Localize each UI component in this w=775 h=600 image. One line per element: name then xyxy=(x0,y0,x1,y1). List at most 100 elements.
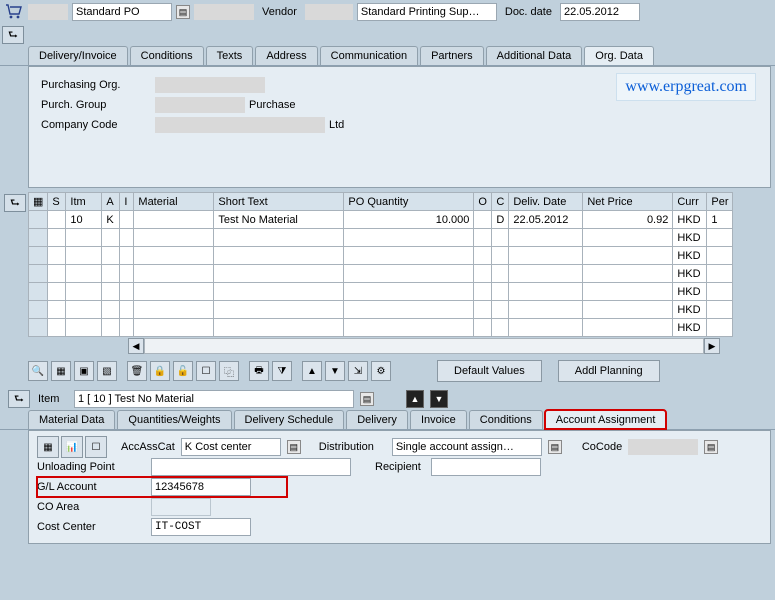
settings-icon[interactable]: ⚙ xyxy=(371,361,391,381)
distribution-input[interactable] xyxy=(392,438,542,456)
tab-address[interactable]: Address xyxy=(255,46,317,65)
col-i[interactable]: I xyxy=(120,193,134,211)
cell[interactable]: 22.05.2012 xyxy=(509,211,583,229)
grid-h-scrollbar[interactable]: ◀ ▶ xyxy=(128,338,733,354)
chart-icon[interactable]: 📊 xyxy=(61,436,83,458)
row-select-button[interactable] xyxy=(29,265,48,283)
cell[interactable]: Test No Material xyxy=(214,211,344,229)
table-row[interactable]: 10 K Test No Material 10.000 D 22.05.201… xyxy=(29,211,733,229)
tab-account-assignment[interactable]: Account Assignment xyxy=(545,410,667,429)
accasscat-input[interactable] xyxy=(181,438,281,456)
col-curr[interactable]: Curr xyxy=(673,193,707,211)
cell[interactable]: D xyxy=(492,211,509,229)
collapse-item-detail-icon[interactable]: ⮑ xyxy=(8,390,30,408)
scroll-right-icon[interactable]: ▶ xyxy=(704,338,720,354)
col-net-price[interactable]: Net Price xyxy=(583,193,673,211)
table-row[interactable]: HKD xyxy=(29,265,733,283)
unloading-input[interactable] xyxy=(151,458,351,476)
find-icon[interactable]: 🔍 xyxy=(28,361,48,381)
col-a[interactable]: A xyxy=(102,193,120,211)
tab-invoice[interactable]: Invoice xyxy=(410,410,467,429)
cell[interactable]: HKD xyxy=(673,211,707,229)
doc-type-f4-icon[interactable]: ▤ xyxy=(176,5,190,19)
select-all-icon[interactable]: ▦ xyxy=(51,361,71,381)
col-short-text[interactable]: Short Text xyxy=(214,193,344,211)
row-select-button[interactable] xyxy=(29,229,48,247)
tab-delivery[interactable]: Delivery xyxy=(346,410,408,429)
table-row[interactable]: HKD xyxy=(29,247,733,265)
tab-org-data[interactable]: Org. Data xyxy=(584,46,654,65)
col-per[interactable]: Per xyxy=(707,193,733,211)
item-prev-icon[interactable]: ▲ xyxy=(406,390,424,408)
co-area-input[interactable] xyxy=(151,498,211,516)
col-deliv-date[interactable]: Deliv. Date xyxy=(509,193,583,211)
table-row[interactable]: HKD xyxy=(29,283,733,301)
collapse-icon[interactable]: ☐ xyxy=(85,436,107,458)
cell[interactable]: 0.92 xyxy=(583,211,673,229)
table-row[interactable]: HKD xyxy=(29,301,733,319)
col-o[interactable]: O xyxy=(474,193,492,211)
print-icon[interactable]: 🖶 xyxy=(249,361,269,381)
cost-center-input[interactable] xyxy=(151,518,251,536)
cell[interactable]: HKD xyxy=(673,319,707,337)
delete-icon[interactable]: 🗑 xyxy=(127,361,147,381)
tab-conditions[interactable]: Conditions xyxy=(130,46,204,65)
col-itm[interactable]: Itm xyxy=(66,193,102,211)
tab-communication[interactable]: Communication xyxy=(320,46,418,65)
cell[interactable] xyxy=(48,211,66,229)
row-select-button[interactable] xyxy=(29,211,48,229)
tab-additional-data[interactable]: Additional Data xyxy=(486,46,583,65)
cell[interactable]: 10.000 xyxy=(344,211,474,229)
doc-date-input[interactable] xyxy=(560,3,640,21)
cell[interactable]: HKD xyxy=(673,283,707,301)
cocode-f4-icon[interactable]: ▤ xyxy=(704,440,718,454)
copy-icon[interactable]: ⿻ xyxy=(219,361,239,381)
sort-asc-icon[interactable]: ▲ xyxy=(302,361,322,381)
cell[interactable] xyxy=(474,211,492,229)
addl-planning-button[interactable]: Addl Planning xyxy=(558,360,660,382)
export-icon[interactable]: ⇲ xyxy=(348,361,368,381)
detail-icon[interactable]: ☐ xyxy=(196,361,216,381)
row-select-button[interactable] xyxy=(29,247,48,265)
cell[interactable]: HKD xyxy=(673,301,707,319)
col-select-all[interactable]: ▦ xyxy=(29,193,48,211)
tab-partners[interactable]: Partners xyxy=(420,46,484,65)
collapse-header-icon[interactable]: ⮑ xyxy=(2,26,24,44)
cell[interactable] xyxy=(120,211,134,229)
cell[interactable]: HKD xyxy=(673,265,707,283)
item-select-input[interactable] xyxy=(74,390,354,408)
col-po-qty[interactable]: PO Quantity xyxy=(344,193,474,211)
tab-conditions2[interactable]: Conditions xyxy=(469,410,543,429)
cell[interactable]: 10 xyxy=(66,211,102,229)
cell[interactable]: HKD xyxy=(673,229,707,247)
tab-material-data[interactable]: Material Data xyxy=(28,410,115,429)
item-f4-icon[interactable]: ▤ xyxy=(360,392,374,406)
gl-account-input[interactable] xyxy=(151,478,251,496)
col-c[interactable]: C xyxy=(492,193,509,211)
sort-desc-icon[interactable]: ▼ xyxy=(325,361,345,381)
distribution-f4-icon[interactable]: ▤ xyxy=(548,440,562,454)
item-next-icon[interactable]: ▼ xyxy=(430,390,448,408)
row-select-button[interactable] xyxy=(29,301,48,319)
table-row[interactable]: HKD xyxy=(29,229,733,247)
doc-type-input[interactable] xyxy=(72,3,172,21)
default-values-button[interactable]: Default Values xyxy=(437,360,542,382)
vendor-name-input[interactable] xyxy=(357,3,497,21)
col-material[interactable]: Material xyxy=(134,193,214,211)
row-select-button[interactable] xyxy=(29,283,48,301)
scroll-left-icon[interactable]: ◀ xyxy=(128,338,144,354)
expand-icon[interactable]: ▧ xyxy=(97,361,117,381)
tab-delivery-schedule[interactable]: Delivery Schedule xyxy=(234,410,345,429)
deselect-icon[interactable]: ▣ xyxy=(74,361,94,381)
cell[interactable]: K xyxy=(102,211,120,229)
filter-icon[interactable]: ⧩ xyxy=(272,361,292,381)
table-view-icon[interactable]: ▦ xyxy=(37,436,59,458)
table-row[interactable]: HKD xyxy=(29,319,733,337)
item-grid[interactable]: ▦ S Itm A I Material Short Text PO Quant… xyxy=(28,192,733,337)
cell[interactable] xyxy=(134,211,214,229)
cell[interactable]: 1 xyxy=(707,211,733,229)
accasscat-f4-icon[interactable]: ▤ xyxy=(287,440,301,454)
recipient-input[interactable] xyxy=(431,458,541,476)
lock-icon[interactable]: 🔒 xyxy=(150,361,170,381)
unlock-icon[interactable]: 🔓 xyxy=(173,361,193,381)
